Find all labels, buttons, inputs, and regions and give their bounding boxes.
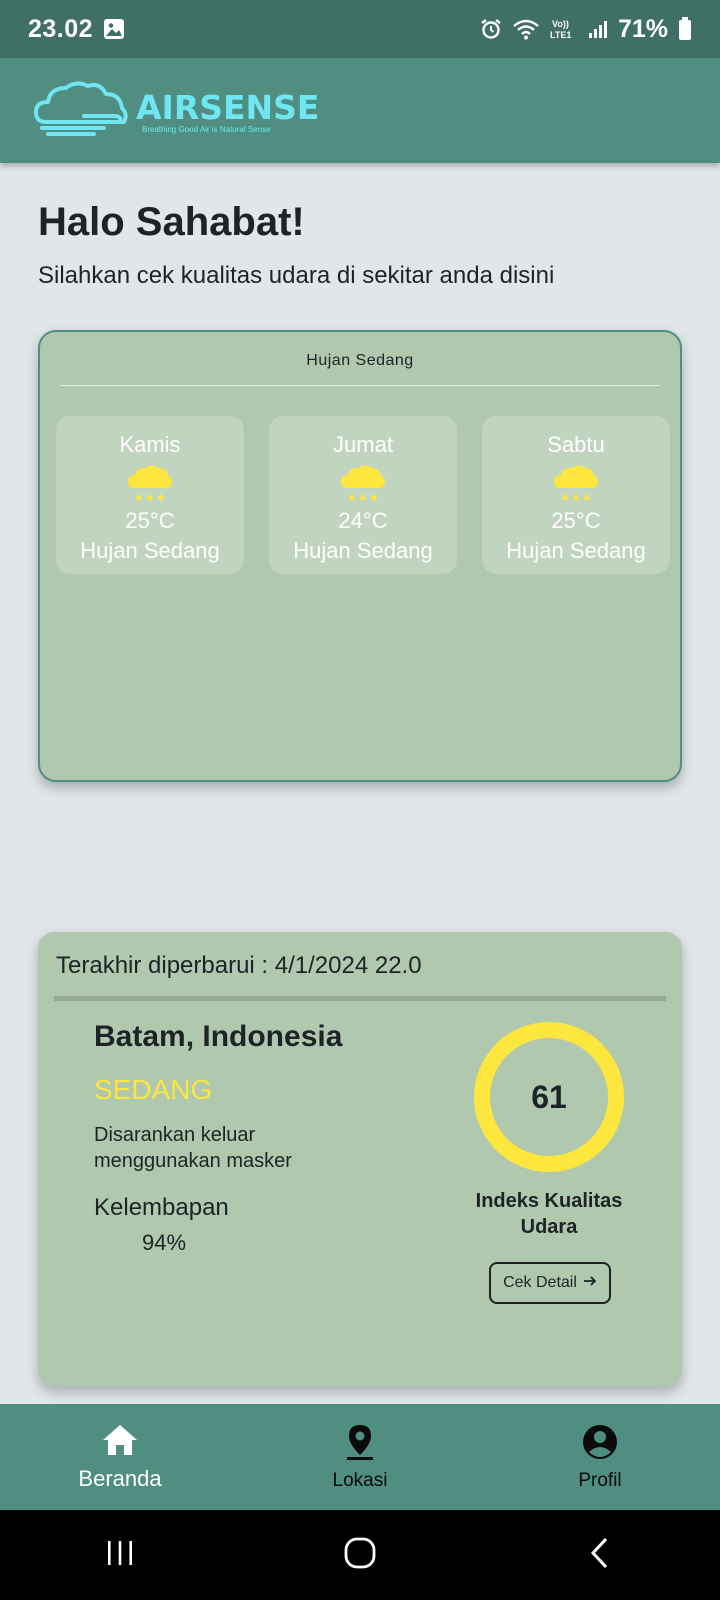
forecast-tile-kamis: Kamis 25°C Hujan Sedang	[56, 416, 244, 574]
signal-icon	[588, 19, 608, 39]
forecast-condition: Hujan Sedang	[293, 538, 433, 563]
svg-text:Vo)): Vo))	[552, 19, 569, 29]
nav-label: Lokasi	[332, 1469, 388, 1491]
city-name: Batam, Indonesia	[94, 1020, 343, 1053]
forecast-condition: Hujan Sedang	[506, 538, 646, 563]
bottom-navigation: Beranda Lokasi Profil	[0, 1404, 720, 1510]
home-circle-icon	[343, 1536, 377, 1575]
check-detail-button[interactable]: Cek Detail	[489, 1262, 611, 1304]
forecast-temp: 24°C	[338, 508, 388, 533]
status-bar: 23.02 Vo)) LTE1 71%	[0, 0, 720, 58]
arrow-right-icon	[583, 1274, 597, 1293]
aqi-index-label: Indeks Kualitas Udara	[475, 1190, 623, 1238]
current-weather-label: Hujan Sedang	[306, 352, 414, 369]
battery-icon	[678, 17, 692, 41]
forecast-temp: 25°C	[551, 508, 601, 533]
aqi-value: 61	[531, 1078, 567, 1115]
battery-percent: 71%	[617, 14, 668, 43]
status-right: Vo)) LTE1 71%	[480, 15, 692, 44]
nav-label: Profil	[578, 1469, 622, 1491]
weather-divider	[60, 385, 660, 386]
nav-item-lokasi[interactable]: Lokasi	[240, 1404, 480, 1510]
app-bar: AIRSENSE Breathing Good Air is Natural S…	[0, 58, 720, 163]
forecast-temp: 25°C	[125, 508, 175, 533]
svg-text:LTE1: LTE1	[550, 30, 571, 40]
aqi-level-label: SEDANG	[94, 1074, 213, 1105]
rain-cloud-icon	[552, 464, 600, 506]
logo-tagline: Breathing Good Air is Natural Sense	[142, 125, 271, 134]
rain-cloud-icon	[339, 464, 387, 506]
nav-item-beranda[interactable]: Beranda	[0, 1404, 240, 1510]
forecast-day: Kamis	[119, 432, 181, 457]
recent-apps-icon	[105, 1539, 135, 1572]
profile-icon	[581, 1423, 619, 1466]
volte-icon: Vo)) LTE1	[550, 17, 578, 41]
greeting-title: Halo Sahabat!	[38, 200, 305, 244]
forecast-day: Jumat	[333, 432, 393, 457]
cloud-wind-logo-icon	[34, 78, 130, 143]
logo-text: AIRSENSE Breathing Good Air is Natural S…	[136, 88, 320, 135]
status-left: 23.02	[28, 15, 125, 44]
logo-name: AIRSENSE	[136, 88, 320, 127]
nav-label: Beranda	[78, 1465, 162, 1491]
screen: 23.02 Vo)) LTE1 71% AIRSENSE Breathing G…	[0, 0, 720, 1600]
back-button[interactable]	[570, 1525, 630, 1585]
humidity-label: Kelembapan	[94, 1194, 229, 1221]
forecast-condition: Hujan Sedang	[80, 538, 220, 563]
recent-apps-button[interactable]	[90, 1525, 150, 1585]
air-quality-card: Terakhir diperbarui : 4/1/2024 22.0 Bata…	[38, 932, 682, 1386]
wifi-icon	[512, 18, 540, 40]
nav-item-profil[interactable]: Profil	[480, 1404, 720, 1510]
humidity-value: 94%	[142, 1230, 187, 1255]
forecast-tile-sabtu: Sabtu 25°C Hujan Sedang	[482, 416, 670, 574]
rain-cloud-icon	[126, 464, 174, 506]
greeting-subtitle: Silahkan cek kualitas udara di sekitar a…	[38, 262, 555, 289]
back-chevron-icon	[588, 1536, 612, 1575]
last-updated-text: Terakhir diperbarui : 4/1/2024 22.0	[56, 952, 422, 979]
alarm-icon	[480, 18, 502, 40]
forecast-tile-jumat: Jumat 24°C Hujan Sedang	[269, 416, 457, 574]
status-time: 23.02	[28, 14, 94, 43]
home-icon	[101, 1423, 139, 1462]
gallery-notification-icon	[103, 18, 125, 40]
location-pin-icon	[345, 1423, 375, 1466]
home-button[interactable]	[330, 1525, 390, 1585]
forecast-day: Sabtu	[547, 432, 605, 457]
check-detail-label: Cek Detail	[503, 1274, 577, 1291]
system-navigation-bar	[0, 1510, 720, 1600]
app-logo: AIRSENSE Breathing Good Air is Natural S…	[34, 78, 319, 143]
weather-card: Hujan Sedang Kamis 25°C Hujan Sedang Jum…	[38, 330, 682, 782]
aqi-advice: Disarankan keluar menggunakan masker	[94, 1124, 292, 1172]
aqi-ring: 61	[474, 1022, 624, 1172]
aqi-divider	[54, 996, 666, 1001]
